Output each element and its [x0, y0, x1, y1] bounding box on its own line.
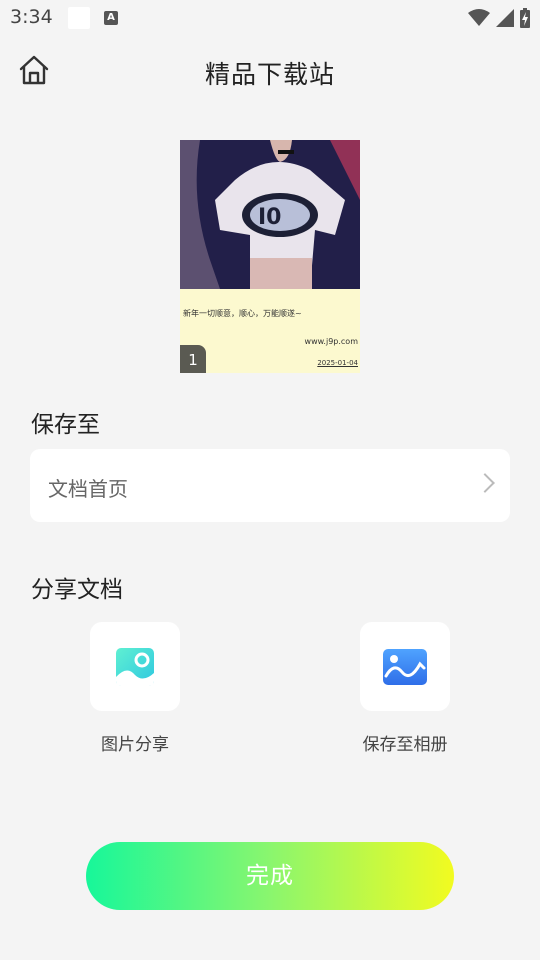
save-destination-value: 文档首页 — [48, 477, 128, 501]
status-time: 3:34 — [10, 6, 53, 28]
page-title: 精品下载站 — [204, 60, 335, 89]
document-photo: I0 — [180, 140, 360, 289]
battery-icon — [520, 8, 530, 28]
signal-icon — [496, 9, 514, 27]
svg-text:I0: I0 — [258, 205, 282, 230]
wifi-icon — [468, 9, 490, 26]
image-share-label: 图片分享 — [101, 735, 169, 755]
chevron-right-icon — [475, 473, 495, 493]
header: 精品下载站 — [0, 44, 540, 96]
document-date: 2025-01-04 — [317, 359, 358, 367]
notification-icon — [68, 7, 90, 29]
a-notification-icon: A — [104, 11, 118, 25]
photo-illustration: I0 — [180, 140, 360, 289]
save-destination-selector[interactable]: 文档首页 — [30, 449, 510, 522]
document-site: www.j9p.com — [304, 337, 358, 346]
document-caption: 新年一切顺意，顺心，万能顺遂~ — [183, 309, 302, 318]
done-button[interactable]: 完成 — [86, 842, 454, 910]
page-number-badge: 1 — [180, 345, 206, 373]
image-icon — [116, 647, 154, 686]
save-to-album-button[interactable] — [360, 622, 450, 711]
share-section-heading: 分享文档 — [31, 577, 123, 603]
status-right — [468, 7, 530, 29]
save-section-heading: 保存至 — [31, 412, 100, 438]
save-to-album-label: 保存至相册 — [362, 735, 448, 755]
status-bar: 3:34 A — [0, 0, 540, 36]
album-icon — [383, 648, 427, 685]
image-share-button[interactable] — [90, 622, 180, 711]
document-thumbnail[interactable]: I0 新年一切顺意，顺心，万能顺遂~ www.j9p.com 2025-01-0… — [180, 140, 360, 373]
